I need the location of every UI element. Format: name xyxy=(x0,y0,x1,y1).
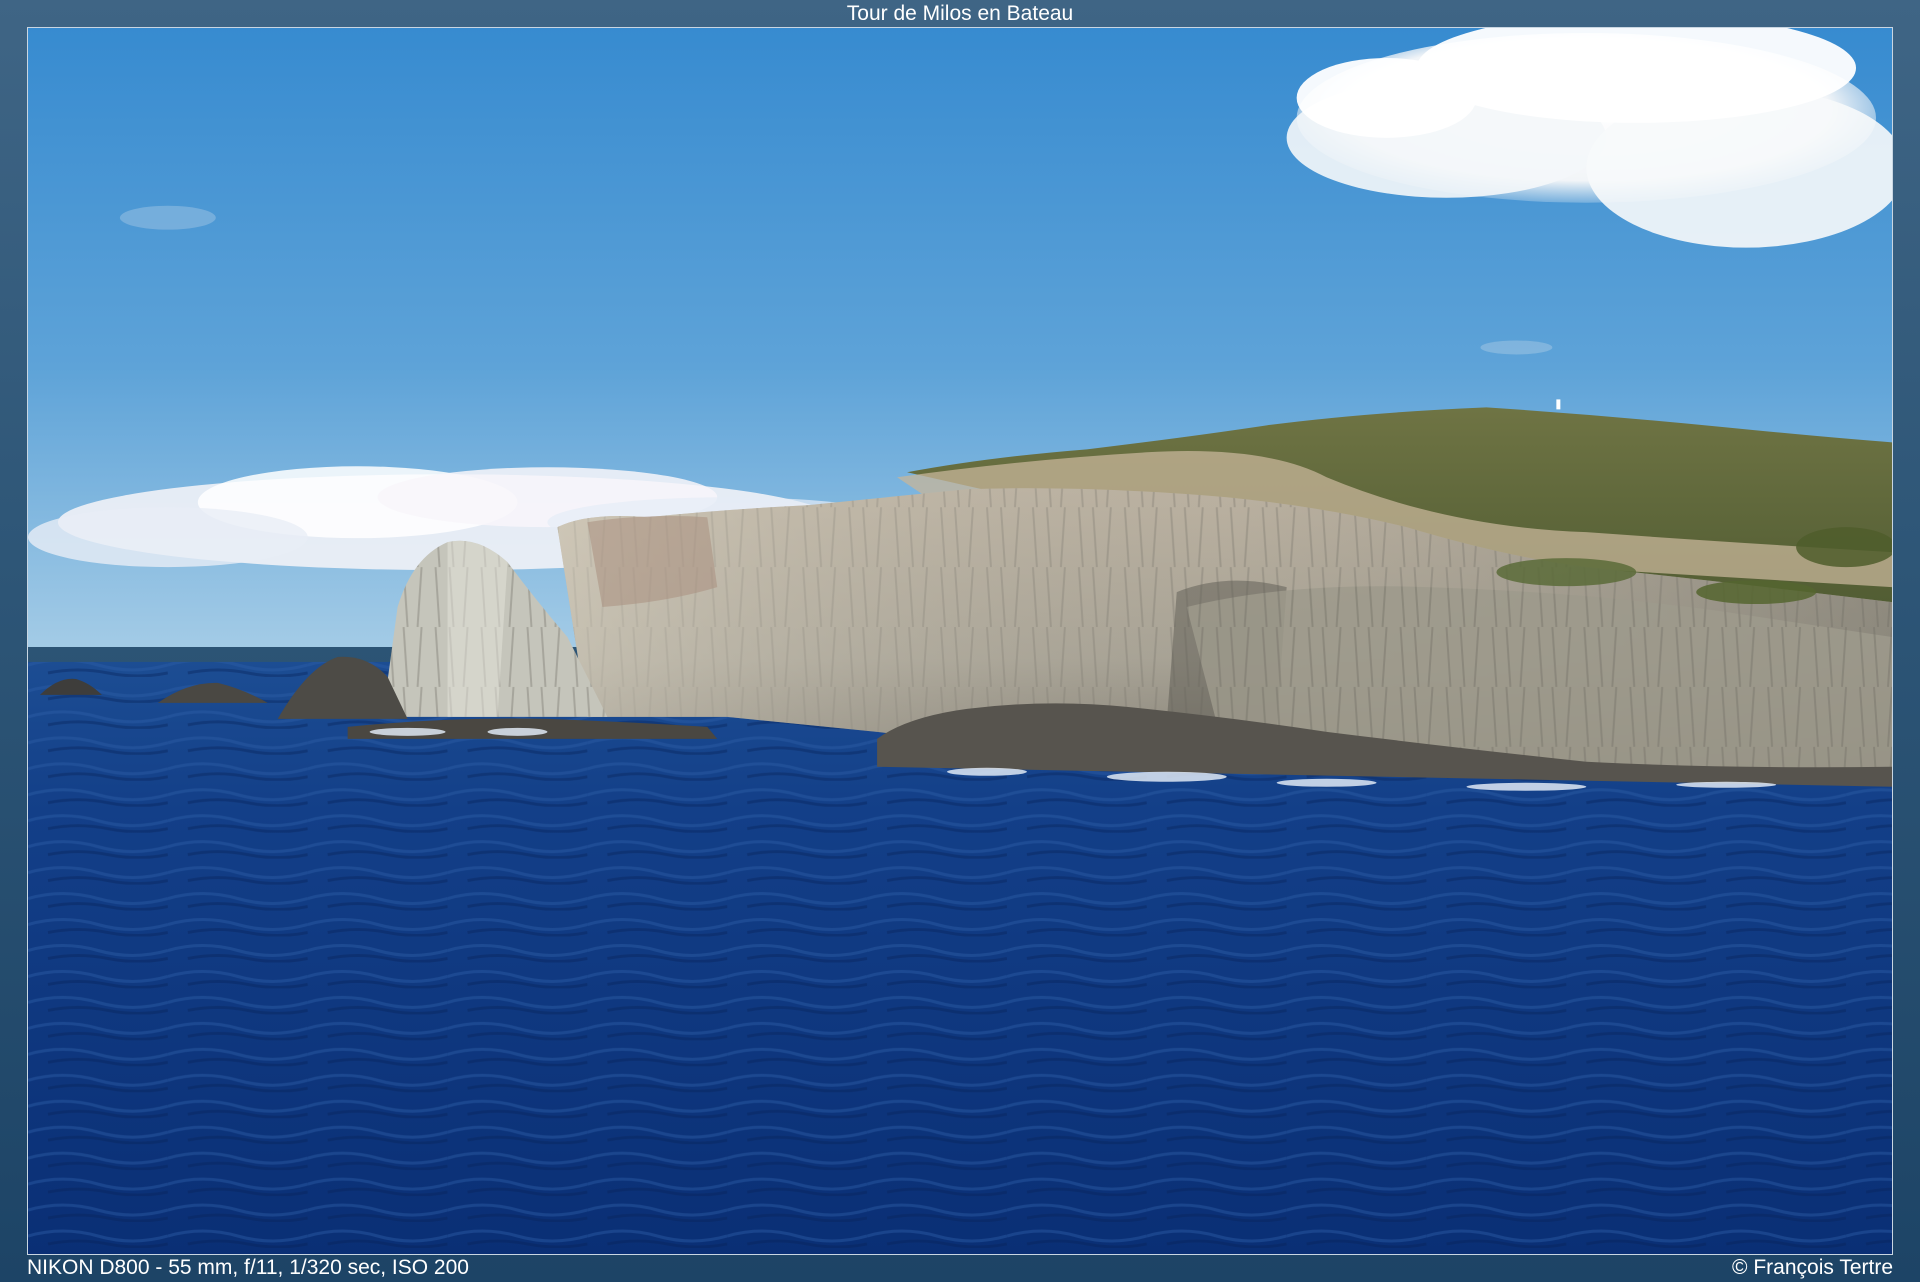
photo-title: Tour de Milos en Bateau xyxy=(846,2,1074,25)
hilltop-marker xyxy=(1556,399,1561,410)
gallery-frame: Tour de Milos en Bateau NIKON D800 - 55 … xyxy=(0,0,1920,1282)
cloud-wisp xyxy=(119,205,216,230)
cloud-wisp xyxy=(1480,340,1553,355)
seascape-photo xyxy=(28,28,1892,1254)
photo-viewport[interactable] xyxy=(27,27,1893,1255)
exif-caption: NIKON D800 - 55 mm, f/11, 1/320 sec, ISO… xyxy=(27,1256,469,1279)
copyright-caption: © François Tertre xyxy=(1732,1256,1893,1279)
